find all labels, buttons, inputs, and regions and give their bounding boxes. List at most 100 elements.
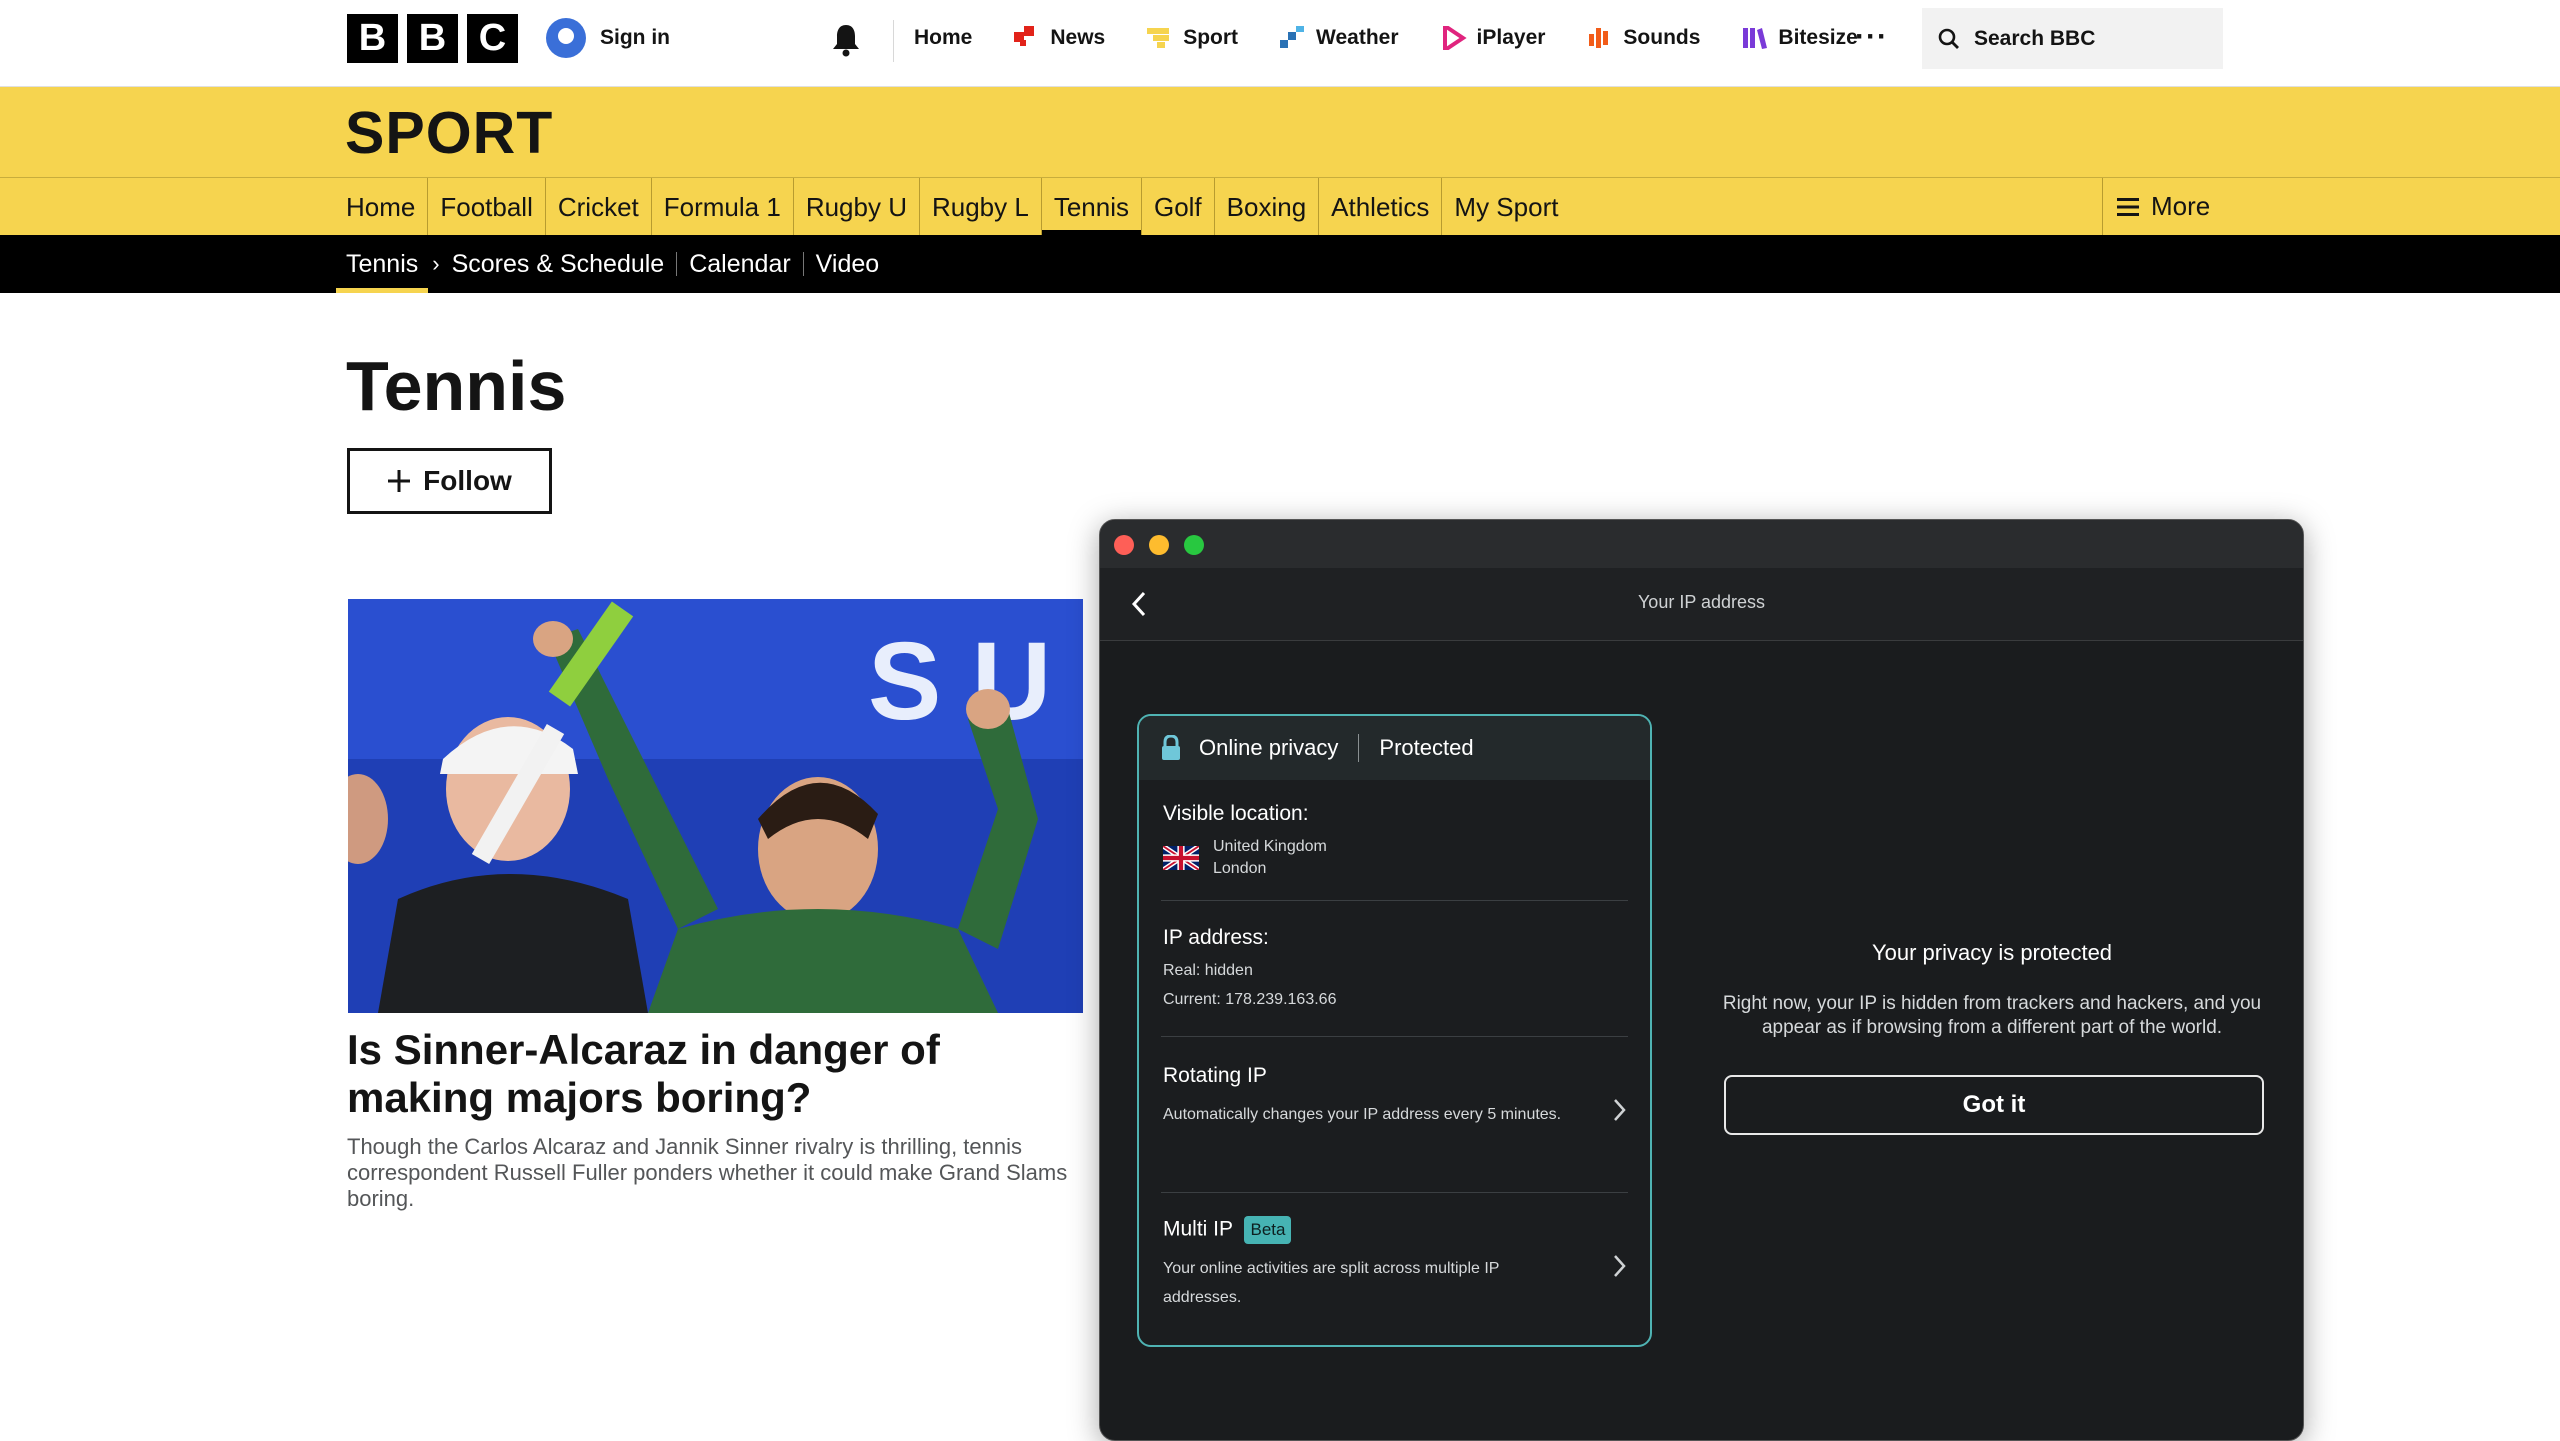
sport-nav-football[interactable]: Football: [427, 178, 545, 235]
vpn-header-title: Your IP address: [1637, 592, 1766, 612]
chevron-right-icon[interactable]: [1612, 1254, 1626, 1278]
zoom-window-button[interactable]: [1184, 535, 1204, 555]
rotating-ip-option[interactable]: Rotating IP Automatically changes your I…: [1163, 1064, 1570, 1129]
subnav-calendar[interactable]: Calendar: [676, 252, 802, 277]
more-services-button[interactable]: ···: [1855, 20, 1888, 54]
subnav-label: Tennis: [346, 249, 419, 278]
privacy-body: Right now, your IP is hidden from tracke…: [1722, 993, 2262, 1038]
follow-button[interactable]: Follow: [347, 448, 552, 514]
global-nav-news[interactable]: News: [1014, 26, 1105, 50]
nav-label: iPlayer: [1476, 26, 1546, 49]
nav-label: Sport: [1183, 26, 1239, 49]
sport-nav-formula-1[interactable]: Formula 1: [650, 178, 793, 235]
location-country: United Kingdom: [1213, 838, 1327, 855]
sport-nav-golf[interactable]: Golf: [1140, 178, 1214, 235]
follow-label: Follow: [423, 465, 512, 496]
window-titlebar[interactable]: [1100, 520, 2303, 568]
ip-address-label: IP address:: [1163, 926, 1269, 949]
global-nav-weather[interactable]: Weather: [1280, 26, 1399, 50]
status-value: Protected: [1379, 735, 1474, 760]
sign-in-link[interactable]: Sign in: [546, 18, 670, 58]
search-icon: [1938, 28, 1959, 49]
sounds-icon: [1589, 28, 1609, 48]
got-it-button[interactable]: Got it: [1724, 1075, 2264, 1135]
chevron-right-icon: ›: [432, 251, 440, 276]
sport-nav-rugby-league[interactable]: Rugby L: [918, 178, 1041, 235]
multi-ip-title: Multi IP: [1163, 1217, 1233, 1241]
news-icon: [1014, 26, 1035, 46]
global-nav-iplayer[interactable]: iPlayer: [1441, 26, 1546, 50]
page-title: Tennis: [346, 347, 567, 425]
notifications-bell-icon[interactable]: [830, 22, 862, 58]
multi-ip-option[interactable]: Multi IP Beta Your online activities are…: [1163, 1216, 1570, 1312]
multi-ip-description: Your online activities are split across …: [1163, 1260, 1500, 1306]
article-image[interactable]: S U: [348, 599, 1083, 1013]
rotating-ip-title: Rotating IP: [1163, 1064, 1267, 1087]
chevron-right-icon[interactable]: [1612, 1098, 1626, 1122]
vpn-header: Your IP address: [1100, 568, 2303, 641]
search-bbc-box[interactable]: Search BBC: [1922, 8, 2223, 69]
bbc-logo[interactable]: B B C: [347, 14, 518, 63]
sport-nav-my-sport[interactable]: My Sport: [1441, 178, 1570, 235]
vpn-app-window: Your IP address Online privacy Protected…: [1099, 519, 2304, 1441]
uk-flag-icon: [1163, 846, 1199, 870]
plus-icon: [388, 470, 411, 492]
ip-real: Real: hidden: [1163, 962, 1253, 979]
ip-current: Current: 178.239.163.66: [1163, 991, 1337, 1008]
bbc-global-bar: B B C Sign in Home News Sport Weather iP…: [0, 0, 2560, 87]
divider: [893, 20, 894, 62]
sport-nav-athletics[interactable]: Athletics: [1318, 178, 1441, 235]
visible-location-section: Visible location: United Kingdom London: [1163, 802, 1626, 880]
divider: [1161, 1036, 1628, 1037]
logo-letter: B: [407, 14, 458, 63]
subnav-scores-schedule[interactable]: Scores & Schedule: [452, 252, 677, 277]
logo-letter: B: [347, 14, 398, 63]
hamburger-icon: [2117, 197, 2139, 216]
article-headline[interactable]: Is Sinner-Alcaraz in danger of making ma…: [347, 1026, 1087, 1122]
sport-nav-boxing[interactable]: Boxing: [1213, 178, 1319, 235]
nav-label: News: [1050, 26, 1106, 49]
global-nav-sport[interactable]: Sport: [1147, 26, 1238, 50]
divider: [1161, 900, 1628, 901]
weather-icon: [1280, 26, 1305, 48]
privacy-heading: Your privacy is protected: [1871, 940, 2113, 965]
subnav-current-tennis[interactable]: Tennis: [335, 235, 429, 293]
lock-icon: [1162, 735, 1180, 760]
nav-label: Sounds: [1623, 26, 1701, 49]
close-window-button[interactable]: [1114, 535, 1134, 555]
divider: [1358, 734, 1360, 762]
sport-more-menu[interactable]: More: [2102, 178, 2210, 235]
sport-header: SPORT: [0, 87, 2560, 178]
status-label: Online privacy: [1199, 735, 1339, 760]
nav-label: Bitesize: [1778, 26, 1858, 49]
tennis-subnav: Tennis › Scores & Schedule Calendar Vide…: [0, 235, 2560, 293]
nav-label: Home: [914, 26, 973, 49]
svg-text:S U: S U: [868, 620, 1051, 743]
article-summary: Though the Carlos Alcaraz and Jannik Sin…: [347, 1134, 1068, 1211]
privacy-status-row: Online privacy Protected: [1139, 716, 1650, 780]
sign-in-label: Sign in: [600, 26, 670, 49]
logo-letter: C: [467, 14, 518, 63]
location-city: London: [1213, 860, 1267, 877]
global-nav-home[interactable]: Home: [914, 26, 972, 50]
iplayer-icon: [1442, 26, 1467, 50]
sport-nav: Home Football Cricket Formula 1 Rugby U …: [0, 178, 2560, 235]
more-label: More: [2151, 191, 2211, 221]
minimize-window-button[interactable]: [1149, 535, 1169, 555]
search-placeholder: Search BBC: [1974, 26, 2096, 50]
ip-address-section: IP address: Real: hidden Current: 178.23…: [1163, 926, 1626, 1014]
sport-nav-rugby-union[interactable]: Rugby U: [792, 178, 919, 235]
sport-nav-tennis[interactable]: Tennis: [1040, 178, 1142, 235]
sport-nav-home[interactable]: Home: [346, 178, 427, 235]
global-nav-sounds[interactable]: Sounds: [1587, 26, 1700, 50]
beta-badge: Beta: [1244, 1216, 1292, 1244]
divider: [1161, 1192, 1628, 1193]
privacy-info-panel: Your privacy is protected Right now, you…: [1722, 940, 2262, 1040]
sport-nav-cricket[interactable]: Cricket: [544, 178, 651, 235]
subnav-video[interactable]: Video: [802, 252, 892, 277]
online-privacy-card: Online privacy Protected Visible locatio…: [1137, 714, 1652, 1347]
tennis-players-photo: S U: [348, 599, 1083, 1013]
sport-title[interactable]: SPORT: [345, 99, 553, 167]
global-nav-bitesize[interactable]: Bitesize: [1742, 26, 1858, 50]
rotating-ip-description: Automatically changes your IP address ev…: [1163, 1106, 1562, 1123]
